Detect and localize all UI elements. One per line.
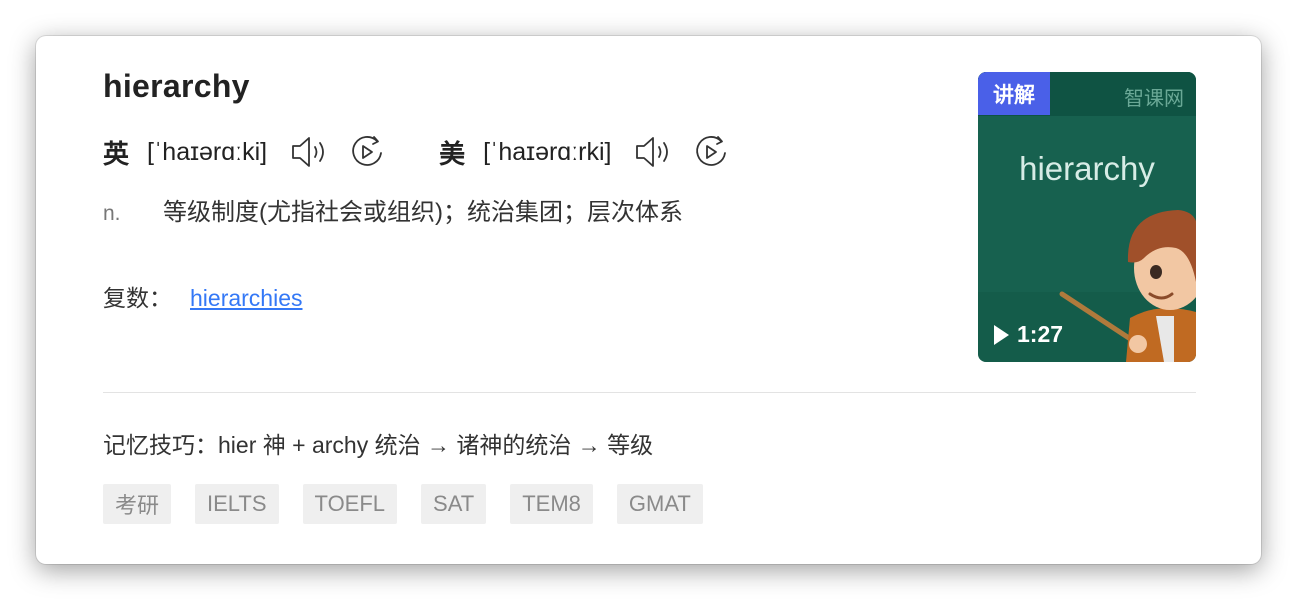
pronunciation-row: 英 [ˈhaɪərɑːki] 美 [ˈhaɪərɑːrki]: [103, 132, 731, 172]
plural-row: 复数： hierarchies: [103, 279, 303, 313]
video-duration: 1:27: [994, 321, 1063, 348]
us-label: 美: [439, 138, 466, 169]
part-of-speech: n.: [103, 202, 121, 225]
video-brand: 智课网: [1124, 88, 1184, 110]
dictionary-card: hierarchy 英 [ˈhaɪərɑːki] 美 [ˈhaɪərɑːrki]: [36, 36, 1261, 564]
memory-tip: 记忆技巧：hier 神 + archy 统治 → 诸神的统治 → 等级: [103, 432, 654, 458]
plural-label: 复数：: [103, 285, 172, 311]
divider: [103, 392, 1196, 393]
uk-label: 英: [103, 138, 130, 169]
tag-ielts[interactable]: IELTS: [195, 484, 279, 524]
video-title-word: hierarchy: [1019, 150, 1155, 187]
teacher-illustration: [978, 210, 1196, 362]
video-thumbnail[interactable]: 讲解 智课网 hierarchy 1:27: [978, 72, 1196, 362]
headword: hierarchy: [103, 68, 250, 104]
video-badge: 讲解: [978, 72, 1050, 115]
uk-phonetic: [ˈhaɪərɑːki]: [147, 137, 268, 166]
definition-text: 等级制度(尤指社会或组织)；统治集团；层次体系: [163, 199, 683, 226]
tag-sat[interactable]: SAT: [421, 484, 487, 524]
tag-gmat[interactable]: GMAT: [616, 484, 703, 524]
exam-tags: 考研 IELTS TOEFL SAT TEM8 GMAT: [103, 484, 727, 524]
definition-row: n. 等级制度(尤指社会或组织)；统治集团；层次体系: [103, 192, 683, 227]
tag-toefl[interactable]: TOEFL: [302, 484, 398, 524]
tag-tem8[interactable]: TEM8: [510, 484, 593, 524]
tag-kaoyan[interactable]: 考研: [103, 484, 172, 524]
uk-speaker-icon[interactable]: [289, 134, 329, 170]
play-icon: [994, 324, 1009, 345]
us-phonetic: [ˈhaɪərɑːrki]: [483, 137, 612, 166]
plural-link[interactable]: hierarchies: [190, 285, 303, 312]
us-replay-icon[interactable]: [691, 132, 731, 172]
uk-replay-icon[interactable]: [347, 132, 387, 172]
us-speaker-icon[interactable]: [633, 134, 673, 170]
duration-text: 1:27: [1017, 321, 1064, 347]
